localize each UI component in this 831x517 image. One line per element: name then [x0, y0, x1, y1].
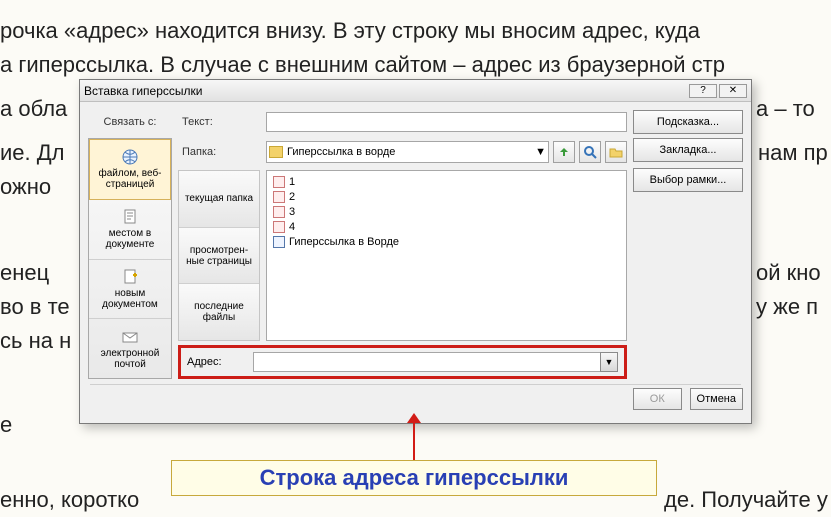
link-type-sidebar: файлом, веб-страницей местом в документе…: [88, 138, 172, 379]
callout-box: Строка адреса гиперссылки: [171, 460, 657, 496]
sidebar-item-label: электронной почтой: [91, 348, 169, 370]
bg-line: е: [0, 412, 12, 438]
folder-open-icon: [609, 145, 623, 159]
close-button[interactable]: ✕: [719, 84, 747, 98]
bg-line: ой кно: [756, 260, 821, 286]
bg-line: енно, коротко: [0, 487, 139, 513]
bg-line: у же п: [756, 294, 818, 320]
address-input[interactable]: [253, 352, 600, 372]
tab-recent-files[interactable]: последние файлы: [179, 284, 259, 340]
chevron-down-icon: ▼: [535, 146, 546, 158]
sidebar-item-label: файлом, веб-страницей: [92, 168, 168, 190]
sidebar-item-new-doc[interactable]: новым документом: [89, 260, 171, 320]
new-doc-icon: [121, 268, 139, 286]
bg-line: а – то: [756, 96, 815, 122]
insert-hyperlink-dialog: Вставка гиперссылки ? ✕ Связать с: Текст…: [79, 79, 752, 424]
bg-line: ие. Дл: [0, 140, 65, 166]
folder-label: Папка:: [178, 138, 260, 166]
file-icon: [273, 176, 285, 188]
file-icon: [273, 221, 285, 233]
folder-value: Гиперссылка в ворде: [287, 146, 535, 158]
sidebar-item-label: новым документом: [91, 288, 169, 310]
sidebar-item-email[interactable]: электронной почтой: [89, 319, 171, 378]
bookmark-icon: [121, 208, 139, 226]
folder-combo[interactable]: Гиперссылка в ворде ▼: [266, 141, 549, 163]
bg-line: а обла: [0, 96, 67, 122]
bg-line: нам пр: [758, 140, 828, 166]
list-item[interactable]: 2: [273, 189, 620, 204]
bookmark-button[interactable]: Закладка...: [633, 138, 743, 162]
address-row-highlight: Адрес: ▼: [178, 345, 627, 379]
folder-icon: [269, 146, 283, 158]
sidebar-item-label: местом в документе: [91, 228, 169, 250]
list-item[interactable]: 1: [273, 174, 620, 189]
tab-current-folder[interactable]: текущая папка: [179, 171, 259, 228]
browse-tabs: текущая папка просмотрен-ные страницы по…: [178, 170, 260, 341]
bg-line: енец: [0, 260, 49, 286]
file-list[interactable]: 1 2 3 4 Гиперссылка в Ворде: [266, 170, 627, 341]
address-combo[interactable]: ▼: [253, 352, 618, 372]
cancel-button[interactable]: Отмена: [690, 388, 743, 410]
help-button[interactable]: ?: [689, 84, 717, 98]
file-icon: [273, 191, 285, 203]
list-item[interactable]: 4: [273, 219, 620, 234]
tooltip-button[interactable]: Подсказка...: [633, 110, 743, 134]
sidebar-item-place-in-doc[interactable]: местом в документе: [89, 200, 171, 260]
callout-arrow: [413, 419, 415, 460]
display-text-input[interactable]: [266, 112, 627, 132]
text-label: Текст:: [178, 110, 260, 134]
divider: [90, 384, 741, 385]
chevron-down-icon[interactable]: ▼: [600, 352, 618, 372]
dialog-title: Вставка гиперссылки: [84, 84, 687, 98]
target-frame-button[interactable]: Выбор рамки...: [633, 168, 743, 192]
search-icon: [583, 145, 597, 159]
bg-line: рочка «адрес» находится внизу. В эту стр…: [0, 18, 700, 44]
address-label: Адрес:: [187, 356, 253, 368]
callout-arrow-head: [407, 413, 421, 423]
browse-web-button[interactable]: [579, 141, 601, 163]
ok-button: ОК: [633, 388, 682, 410]
up-arrow-icon: [557, 145, 571, 159]
bg-line: ожно: [0, 174, 51, 200]
tab-browsed-pages[interactable]: просмотрен-ные страницы: [179, 228, 259, 285]
list-item[interactable]: Гиперссылка в Ворде: [273, 234, 620, 249]
bg-line: сь на н: [0, 328, 71, 354]
word-doc-icon: [273, 236, 285, 248]
globe-icon: [121, 148, 139, 166]
mail-icon: [121, 328, 139, 346]
open-folder-button[interactable]: [605, 141, 627, 163]
dialog-titlebar: Вставка гиперссылки ? ✕: [80, 80, 751, 102]
up-folder-button[interactable]: [553, 141, 575, 163]
file-icon: [273, 206, 285, 218]
list-item[interactable]: 3: [273, 204, 620, 219]
sidebar-item-file-webpage[interactable]: файлом, веб-страницей: [89, 139, 171, 200]
bg-line: а гиперссылка. В случае с внешним сайтом…: [0, 52, 725, 78]
bg-line: во в те: [0, 294, 70, 320]
link-with-label: Связать с:: [88, 110, 172, 134]
bg-line: де. Получайте у: [664, 487, 828, 513]
